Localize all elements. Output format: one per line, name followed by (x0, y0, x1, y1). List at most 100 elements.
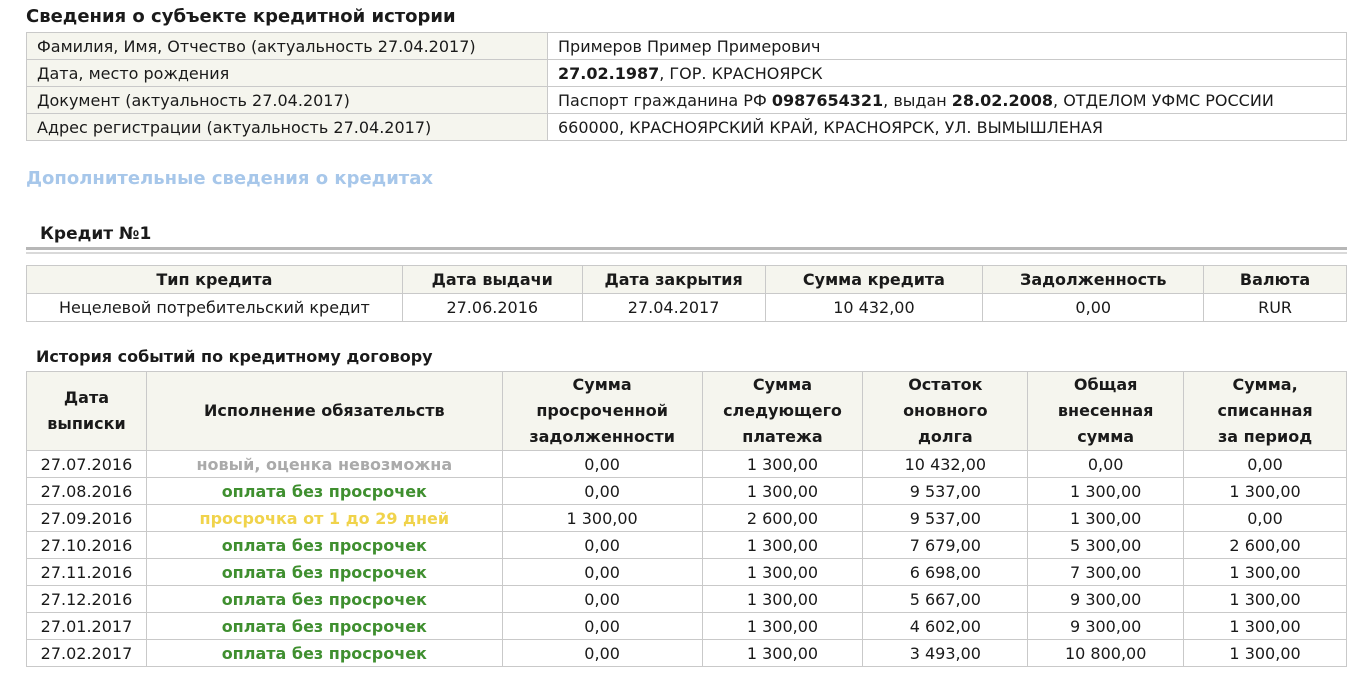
subject-value-part: , ГОР. КРАСНОЯРСК (659, 63, 823, 83)
overdue-amount-cell: 0,00 (501, 585, 703, 613)
history-header-line: просроченной (536, 401, 668, 420)
next-payment-cell: 1 300,00 (701, 585, 864, 613)
overdue-amount-cell: 0,00 (501, 558, 703, 586)
history-header-line: Исполнение обязательств (204, 401, 445, 420)
history-row: 27.08.2016 оплата без просрочек 0,00 1 300,… (26, 477, 1347, 505)
subject-value-part: Примеров Пример Примерович (558, 36, 821, 56)
payment-status-cell: оплата без просрочек (145, 477, 503, 505)
credit-column-header: Задолженность (982, 265, 1205, 294)
subject-value-part: 28.02.2008 (951, 90, 1054, 110)
subject-label: Документ (актуальность 27.04.2017) (26, 86, 548, 114)
subject-value-part: , выдан (883, 90, 952, 110)
credit-table: Тип кредита Дата выдачи Дата закрытия Сумма… (26, 265, 1347, 322)
subject-row: Дата, место рождения 27.02.1987, ГОР. КРА… (26, 59, 1347, 87)
payment-status-cell: оплата без просрочек (145, 639, 503, 667)
subject-label: Адрес регистрации (актуальность 27.04.20… (26, 113, 548, 141)
total-paid-cell: 9 300,00 (1027, 612, 1185, 640)
history-column-header: Сумма просроченной задолженности (501, 371, 703, 451)
history-header-line: за период (1217, 427, 1313, 446)
written-off-cell: 1 300,00 (1183, 477, 1347, 505)
history-header-line: Остаток (908, 375, 983, 394)
history-header-line: Дата (63, 388, 110, 407)
written-off-cell: 2 600,00 (1183, 531, 1347, 559)
history-header-line: выписки (47, 414, 126, 433)
written-off-cell: 1 300,00 (1183, 639, 1347, 667)
credit-cell: 27.04.2017 (581, 293, 766, 322)
history-row: 27.02.2017 оплата без просрочек 0,00 1 300,… (26, 639, 1347, 667)
subject-value: Примеров Пример Примерович (547, 32, 1347, 60)
history-row: 27.11.2016 оплата без просрочек 0,00 1 300,… (26, 558, 1347, 586)
credit-cell: 27.06.2016 (401, 293, 583, 322)
history-row: 27.07.2016 новый, оценка невозможна 0,00 1 … (26, 450, 1347, 478)
history-section-title: История событий по кредитному договору (36, 347, 433, 366)
history-column-header: Исполнение обязательств (145, 371, 503, 451)
statement-date-cell: 27.12.2016 (26, 585, 147, 613)
history-column-header: Сумма следующего платежа (701, 371, 864, 451)
subject-label: Дата, место рождения (26, 59, 548, 87)
subject-value-part: 27.02.1987 (558, 63, 660, 83)
history-header-line: внесенная (1057, 401, 1154, 420)
statement-date-cell: 27.02.2017 (26, 639, 147, 667)
credit-cell: 0,00 (982, 293, 1205, 322)
history-column-header: Остаток оновного долга (862, 371, 1029, 451)
overdue-amount-cell: 0,00 (501, 477, 703, 505)
subject-label: Фамилия, Имя, Отчество (актуальность 27.… (26, 32, 548, 60)
history-header-line: Сумма (572, 375, 632, 394)
next-payment-cell: 1 300,00 (701, 639, 864, 667)
written-off-cell: 0,00 (1183, 450, 1347, 478)
payment-status-cell: оплата без просрочек (145, 612, 503, 640)
credit-column-header: Валюта (1203, 265, 1347, 294)
statement-date-cell: 27.11.2016 (26, 558, 147, 586)
next-payment-cell: 1 300,00 (701, 450, 864, 478)
history-header-line: задолженности (529, 427, 675, 446)
overdue-amount-cell: 0,00 (501, 531, 703, 559)
statement-date-cell: 27.07.2016 (26, 450, 147, 478)
written-off-cell: 1 300,00 (1183, 585, 1347, 613)
payment-status-cell: оплата без просрочек (145, 585, 503, 613)
history-table: Дата выписки Исполнение обязательств Сумма п… (26, 371, 1347, 667)
additional-section-title: Дополнительные сведения о кредитах (26, 168, 433, 189)
history-header-line: списанная (1217, 401, 1313, 420)
statement-date-cell: 27.09.2016 (26, 504, 147, 532)
payment-status-cell: просрочка от 1 до 29 дней (145, 504, 503, 532)
total-paid-cell: 0,00 (1027, 450, 1185, 478)
total-paid-cell: 9 300,00 (1027, 585, 1185, 613)
remaining-debt-cell: 3 493,00 (862, 639, 1029, 667)
total-paid-cell: 10 800,00 (1027, 639, 1185, 667)
remaining-debt-cell: 9 537,00 (862, 477, 1029, 505)
total-paid-cell: 5 300,00 (1027, 531, 1185, 559)
history-header-line: следующего (723, 401, 842, 420)
payment-status-cell: оплата без просрочек (145, 531, 503, 559)
subject-row: Фамилия, Имя, Отчество (актуальность 27.… (26, 32, 1347, 60)
payment-status-cell: новый, оценка невозможна (145, 450, 503, 478)
next-payment-cell: 1 300,00 (701, 558, 864, 586)
history-header-line: Общая (1073, 375, 1138, 394)
subject-value: Паспорт гражданина РФ 0987654321, выдан … (547, 86, 1347, 114)
subject-value: 660000, КРАСНОЯРСКИЙ КРАЙ, КРАСНОЯРСК, У… (547, 113, 1347, 141)
history-header-line: сумма (1077, 427, 1135, 446)
history-header-line: долга (917, 427, 973, 446)
history-row: 27.09.2016 просрочка от 1 до 29 дней 1 300… (26, 504, 1347, 532)
overdue-amount-cell: 1 300,00 (501, 504, 703, 532)
history-header-line: платежа (742, 427, 823, 446)
credit-column-header: Тип кредита (26, 265, 403, 294)
next-payment-cell: 1 300,00 (701, 531, 864, 559)
subject-value-part: , ОТДЕЛОМ УФМС РОССИИ (1053, 90, 1274, 110)
written-off-cell: 0,00 (1183, 504, 1347, 532)
overdue-amount-cell: 0,00 (501, 450, 703, 478)
credit-column-header: Дата выдачи (401, 265, 583, 294)
written-off-cell: 1 300,00 (1183, 612, 1347, 640)
credit-cell: Нецелевой потребительский кредит (26, 293, 403, 322)
next-payment-cell: 2 600,00 (701, 504, 864, 532)
subject-value: 27.02.1987, ГОР. КРАСНОЯРСК (547, 59, 1347, 87)
remaining-debt-cell: 5 667,00 (862, 585, 1029, 613)
payment-status-cell: оплата без просрочек (145, 558, 503, 586)
written-off-cell: 1 300,00 (1183, 558, 1347, 586)
remaining-debt-cell: 6 698,00 (862, 558, 1029, 586)
history-column-header: Общая внесенная сумма (1027, 371, 1185, 451)
total-paid-cell: 7 300,00 (1027, 558, 1185, 586)
credit-cell: RUR (1203, 293, 1347, 322)
history-header-line: Сумма (752, 375, 813, 394)
history-row: 27.10.2016 оплата без просрочек 0,00 1 300,… (26, 531, 1347, 559)
credit-title: Кредит №1 (40, 224, 152, 244)
